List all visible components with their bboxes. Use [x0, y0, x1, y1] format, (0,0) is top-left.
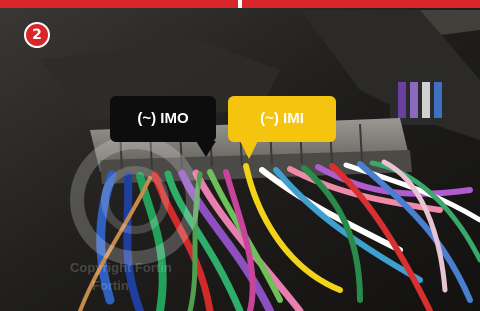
- header-bar-left: [0, 0, 238, 8]
- watermark-line-2: Fortin: [92, 278, 129, 293]
- watermark-line-1: Copyright Fortin: [70, 260, 172, 275]
- header-bar-right: [242, 0, 480, 8]
- imo-callout: (~) IMO: [110, 96, 216, 142]
- imo-callout-pointer: [196, 141, 216, 157]
- imi-callout: (~) IMI: [228, 96, 336, 142]
- step-number-badge: 2: [24, 22, 50, 48]
- imi-callout-pointer: [240, 141, 258, 159]
- photo-frame: Copyright Fortin Fortin 2 (~) IMO (~) IM…: [0, 0, 480, 311]
